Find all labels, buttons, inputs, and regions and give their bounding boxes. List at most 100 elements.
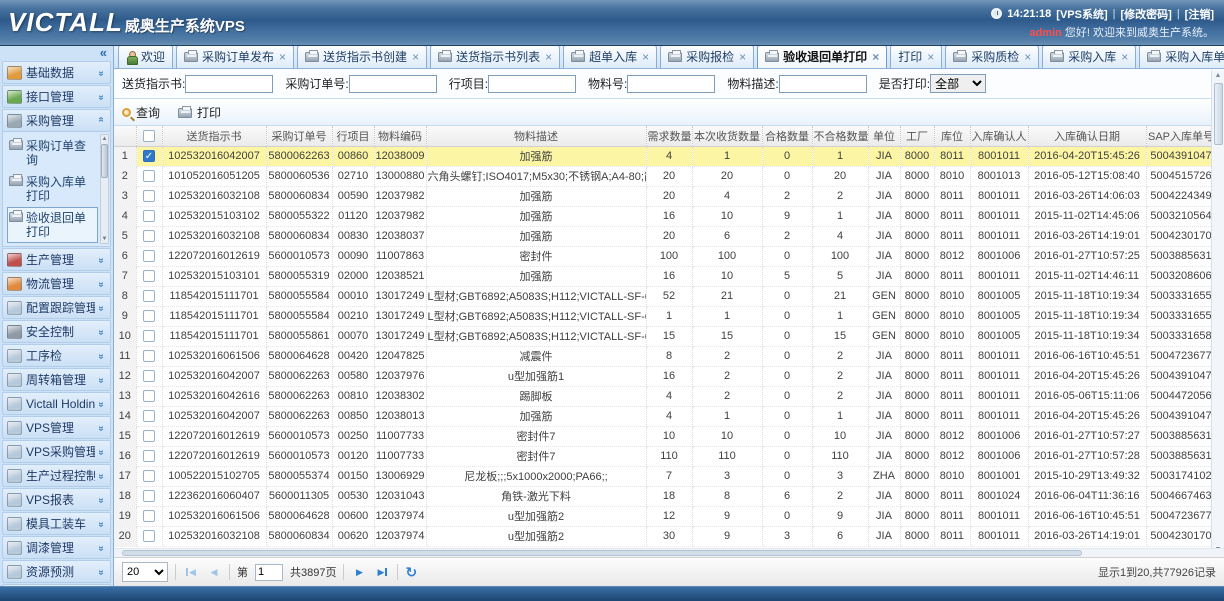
tab-close-icon[interactable]: × — [1121, 52, 1128, 62]
vertical-scrollbar[interactable]: ▲ ▼ — [1211, 70, 1224, 555]
row-checkbox[interactable] — [143, 290, 155, 302]
refresh-icon[interactable]: ↻ — [405, 564, 417, 581]
tab-采购入库[interactable]: 采购入库× — [1042, 46, 1136, 68]
filter-input-送货指示书[interactable] — [185, 75, 273, 93]
scroll-down-icon[interactable]: ▼ — [102, 235, 108, 243]
row-checkbox[interactable] — [143, 170, 155, 182]
row-checkbox[interactable] — [143, 230, 155, 242]
table-row[interactable]: 310253201603210858000608340059012037982加… — [114, 186, 1216, 206]
row-checkbox[interactable] — [143, 410, 155, 422]
chevron-down-icon[interactable]: » — [96, 566, 107, 578]
sidebar-group-采购管理[interactable]: 采购管理» — [2, 109, 111, 132]
last-page-button[interactable]: ▶ — [374, 564, 390, 580]
table-row[interactable]: 1110253201606150658000646280042012047825… — [114, 346, 1216, 366]
column-header-合格数量[interactable]: 合格数量 — [762, 126, 812, 146]
row-checkbox[interactable] — [143, 210, 155, 222]
sidebar-item-采购订单查询[interactable]: 采购订单查询 — [7, 135, 98, 171]
chevron-down-icon[interactable]: » — [96, 326, 107, 338]
table-row[interactable]: 911854201511170158000555840021013017249L… — [114, 306, 1216, 326]
table-row[interactable]: 1512207201601261956000105730025011007733… — [114, 426, 1216, 446]
column-header-入库确认人[interactable]: 入库确认人 — [970, 126, 1028, 146]
tab-close-icon[interactable]: × — [279, 52, 286, 62]
select-all-checkbox[interactable] — [143, 130, 155, 142]
filter-input-采购订单号[interactable] — [349, 75, 437, 93]
prev-page-button[interactable]: ◀ — [206, 564, 222, 580]
chevron-down-icon[interactable]: » — [96, 91, 107, 103]
sidebar-group-VPS管理[interactable]: VPS管理» — [2, 416, 111, 439]
column-header-物料描述[interactable]: 物料描述 — [426, 126, 646, 146]
table-row[interactable]: 710253201510310158000553190200012038521加… — [114, 266, 1216, 286]
table-row[interactable]: 410253201510310258000553220112012037982加… — [114, 206, 1216, 226]
sidebar-group-VPS报表[interactable]: VPS报表» — [2, 488, 111, 511]
row-checkbox[interactable] — [143, 190, 155, 202]
sidebar-group-生产管理[interactable]: 生产管理» — [2, 248, 111, 271]
print-status-select[interactable]: 全部 — [930, 74, 986, 93]
scroll-up-icon[interactable]: ▲ — [102, 135, 108, 143]
table-row[interactable]: 1011854201511170158000558610007013017249… — [114, 326, 1216, 346]
chevron-down-icon[interactable]: » — [96, 302, 107, 314]
table-row[interactable]: 210105201605120558000605360271013000880六… — [114, 166, 1216, 186]
row-checkbox[interactable] — [143, 490, 155, 502]
chevron-down-icon[interactable]: » — [96, 67, 107, 79]
tab-欢迎[interactable]: 欢迎 — [118, 46, 173, 68]
column-header-SAP入库单号[interactable]: SAP入库单号 — [1146, 126, 1216, 146]
column-header-不合格数量[interactable]: 不合格数量 — [812, 126, 868, 146]
column-header-物料编码[interactable]: 物料编码 — [374, 126, 426, 146]
row-checkbox[interactable] — [143, 390, 155, 402]
link-change-password[interactable]: [修改密码] — [1120, 6, 1171, 22]
tab-打印[interactable]: 打印× — [890, 46, 942, 68]
page-size-select[interactable]: 20 — [122, 562, 168, 582]
row-checkbox[interactable] — [143, 530, 155, 542]
chevron-down-icon[interactable]: » — [96, 278, 107, 290]
sidebar-group-配置跟踪管理[interactable]: 配置跟踪管理» — [2, 296, 111, 319]
horizontal-scroll-thumb[interactable] — [122, 550, 1082, 556]
column-header-工厂[interactable]: 工厂 — [900, 126, 934, 146]
tab-close-icon[interactable]: × — [412, 52, 419, 62]
row-checkbox[interactable] — [143, 330, 155, 342]
table-row[interactable]: 811854201511170158000555840001013017249L… — [114, 286, 1216, 306]
table-row[interactable]: 612207201601261956000105730009011007863密… — [114, 246, 1216, 266]
table-row[interactable]: 1812236201606040756000113050053012031043… — [114, 486, 1216, 506]
chevron-down-icon[interactable]: » — [96, 518, 107, 530]
chevron-down-icon[interactable]: » — [96, 542, 107, 554]
submenu-scrollbar[interactable]: ▲▼ — [100, 134, 109, 244]
chevron-down-icon[interactable]: » — [96, 446, 107, 458]
sidebar-group-基础数据[interactable]: 基础数据» — [2, 61, 111, 84]
table-row[interactable]: 1310253201604261658000622630081012038302… — [114, 386, 1216, 406]
row-checkbox[interactable] — [143, 450, 155, 462]
filter-input-物料描述[interactable] — [779, 75, 867, 93]
table-row[interactable]: 1710052201510270558000553740015013006929… — [114, 466, 1216, 486]
tab-close-icon[interactable]: × — [872, 52, 879, 62]
sidebar-group-Victall Holding[interactable]: Victall Holding» — [2, 392, 111, 415]
tab-close-icon[interactable]: × — [739, 52, 746, 62]
chevron-down-icon[interactable]: » — [96, 494, 107, 506]
tab-close-icon[interactable]: × — [1024, 52, 1031, 62]
query-button[interactable]: 查询 — [122, 104, 160, 121]
sidebar-item-验收退回单打印[interactable]: 验收退回单打印 — [7, 207, 98, 243]
table-row[interactable]: 1910253201606150658000646280060012037974… — [114, 506, 1216, 526]
tab-close-icon[interactable]: × — [642, 52, 649, 62]
sidebar-group-工序检[interactable]: 工序检» — [2, 344, 111, 367]
tab-采购入库单打印[interactable]: 采购入库单打印× — [1139, 46, 1224, 68]
column-header-库位[interactable]: 库位 — [934, 126, 970, 146]
row-checkbox[interactable]: ✓ — [143, 150, 155, 162]
column-header-入库确认日期[interactable]: 入库确认日期 — [1028, 126, 1146, 146]
tab-验收退回单打印[interactable]: 验收退回单打印× — [757, 46, 887, 68]
chevron-down-icon[interactable]: » — [96, 422, 107, 434]
sidebar-item-采购入库单打印[interactable]: 采购入库单打印 — [7, 171, 98, 207]
sidebar-group-模具工装车[interactable]: 模具工装车» — [2, 512, 111, 535]
tab-close-icon[interactable]: × — [927, 52, 934, 62]
column-header-送货指示书[interactable]: 送货指示书 — [162, 126, 266, 146]
vertical-scroll-thumb[interactable] — [1214, 83, 1223, 145]
chevron-down-icon[interactable]: » — [96, 350, 107, 362]
table-row[interactable]: 2010253201603210858000608340062012037974… — [114, 526, 1216, 546]
tab-送货指示书创建[interactable]: 送货指示书创建× — [297, 46, 427, 68]
chevron-down-icon[interactable]: » — [96, 374, 107, 386]
tab-超单入库[interactable]: 超单入库× — [563, 46, 657, 68]
print-button[interactable]: 打印 — [178, 104, 221, 121]
scroll-up-icon[interactable]: ▲ — [1215, 70, 1222, 81]
row-checkbox[interactable] — [143, 430, 155, 442]
filter-input-物料号[interactable] — [627, 75, 715, 93]
table-row[interactable]: 1410253201604200758000622630085012038013… — [114, 406, 1216, 426]
chevron-down-icon[interactable]: » — [96, 470, 107, 482]
